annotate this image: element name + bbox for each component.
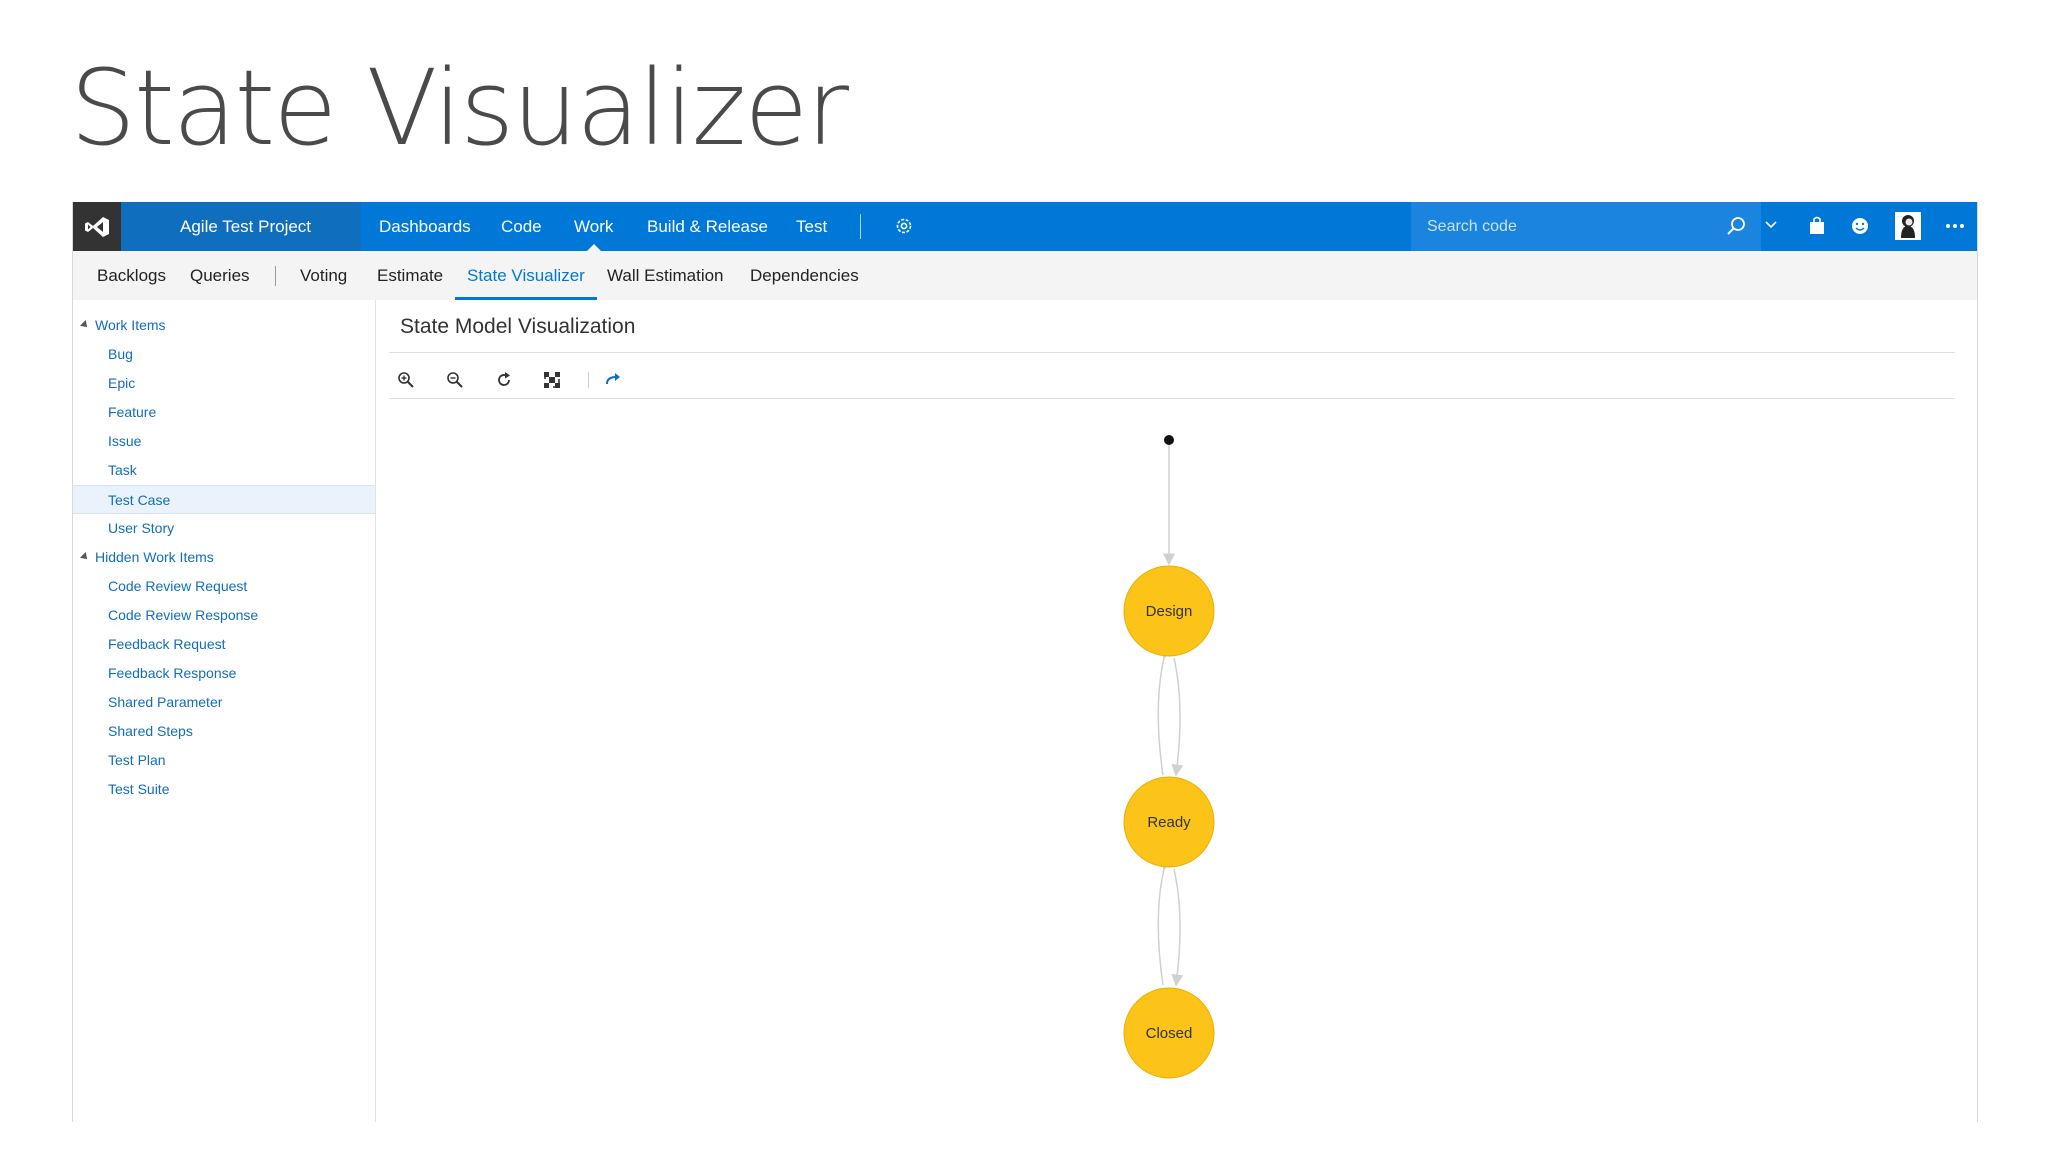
nav-work[interactable]: Work	[574, 202, 613, 251]
transition-arrow	[1157, 646, 1173, 776]
tree-item-code-review-request[interactable]: Code Review Request	[73, 572, 375, 601]
tree-item-test-plan[interactable]: Test Plan	[73, 746, 375, 775]
nav-dashboards[interactable]: Dashboards	[379, 202, 471, 251]
subnav-separator	[275, 266, 276, 286]
nav-separator	[860, 214, 861, 239]
toolbar-separator	[588, 372, 589, 388]
tree-item-epic[interactable]: Epic	[73, 369, 375, 398]
zoom-out-icon[interactable]	[441, 362, 469, 398]
tab-queries[interactable]: Queries	[190, 251, 250, 300]
work-item-tree: Work Items Bug Epic Feature Issue Task T…	[73, 300, 376, 1122]
refresh-icon[interactable]	[490, 362, 518, 398]
tab-voting[interactable]: Voting	[300, 251, 347, 300]
shopping-bag-icon[interactable]	[1807, 214, 1827, 243]
expand-triangle-icon[interactable]	[80, 320, 90, 330]
tree-group-hidden-work-items[interactable]: Hidden Work Items	[80, 546, 214, 568]
app-window: Agile Test Project Dashboards Code Work …	[72, 202, 1978, 1122]
graph-toolbar	[389, 362, 1955, 398]
sub-navigation: Backlogs Queries Voting Estimate State V…	[73, 251, 1977, 300]
tree-item-feature[interactable]: Feature	[73, 398, 375, 427]
fit-to-screen-icon[interactable]	[538, 362, 566, 398]
avatar[interactable]	[1895, 212, 1921, 245]
tree-item-feedback-request[interactable]: Feedback Request	[73, 630, 375, 659]
tree-item-issue[interactable]: Issue	[73, 427, 375, 456]
tab-estimate[interactable]: Estimate	[377, 251, 443, 300]
transition-arrow	[1157, 857, 1173, 986]
content-title: State Model Visualization	[400, 315, 636, 338]
vs-logo-icon[interactable]	[73, 202, 121, 251]
tab-state-visualizer[interactable]: State Visualizer	[455, 251, 597, 300]
tree-item-user-story[interactable]: User Story	[73, 514, 375, 543]
tab-dependencies[interactable]: Dependencies	[750, 251, 859, 300]
tree-group-label: Work Items	[95, 317, 166, 333]
smiley-icon[interactable]	[1849, 214, 1871, 243]
tree-group-work-items[interactable]: Work Items	[80, 314, 166, 336]
project-name[interactable]: Agile Test Project	[121, 202, 361, 251]
initial-state-dot	[1164, 435, 1174, 445]
tree-item-bug[interactable]: Bug	[73, 340, 375, 369]
tree-item-code-review-response[interactable]: Code Review Response	[73, 601, 375, 630]
tab-wall-estimation[interactable]: Wall Estimation	[607, 251, 724, 300]
transition-arrow	[1171, 657, 1184, 777]
settings-gear-icon[interactable]	[893, 215, 915, 242]
redo-icon[interactable]	[599, 362, 627, 398]
title-divider	[389, 352, 1955, 353]
state-label-closed: Closed	[1146, 1025, 1193, 1042]
tree-group-label: Hidden Work Items	[95, 549, 214, 565]
chevron-down-icon[interactable]	[1764, 218, 1778, 237]
toolbar-divider	[389, 398, 1955, 399]
expand-triangle-icon[interactable]	[80, 552, 90, 562]
slide-title: State Visualizer	[70, 47, 849, 169]
tree-item-task[interactable]: Task	[73, 456, 375, 485]
tree-item-test-suite[interactable]: Test Suite	[73, 775, 375, 804]
nav-code[interactable]: Code	[501, 202, 542, 251]
tree-item-feedback-response[interactable]: Feedback Response	[73, 659, 375, 688]
zoom-in-icon[interactable]	[392, 362, 420, 398]
nav-test[interactable]: Test	[796, 202, 827, 251]
tree-item-shared-steps[interactable]: Shared Steps	[73, 717, 375, 746]
more-icon[interactable]	[1945, 216, 1965, 241]
top-navigation-bar: Agile Test Project Dashboards Code Work …	[73, 202, 1977, 251]
search-icon[interactable]	[1725, 214, 1747, 243]
state-label-design: Design	[1146, 603, 1193, 620]
transition-arrow	[1171, 868, 1184, 987]
tree-item-test-case[interactable]: Test Case	[73, 485, 375, 514]
tree-item-shared-parameter[interactable]: Shared Parameter	[73, 688, 375, 717]
search-input[interactable]	[1425, 212, 1699, 242]
nav-build-release[interactable]: Build & Release	[647, 202, 768, 251]
state-label-ready: Ready	[1147, 814, 1191, 831]
tab-backlogs[interactable]: Backlogs	[97, 251, 166, 300]
